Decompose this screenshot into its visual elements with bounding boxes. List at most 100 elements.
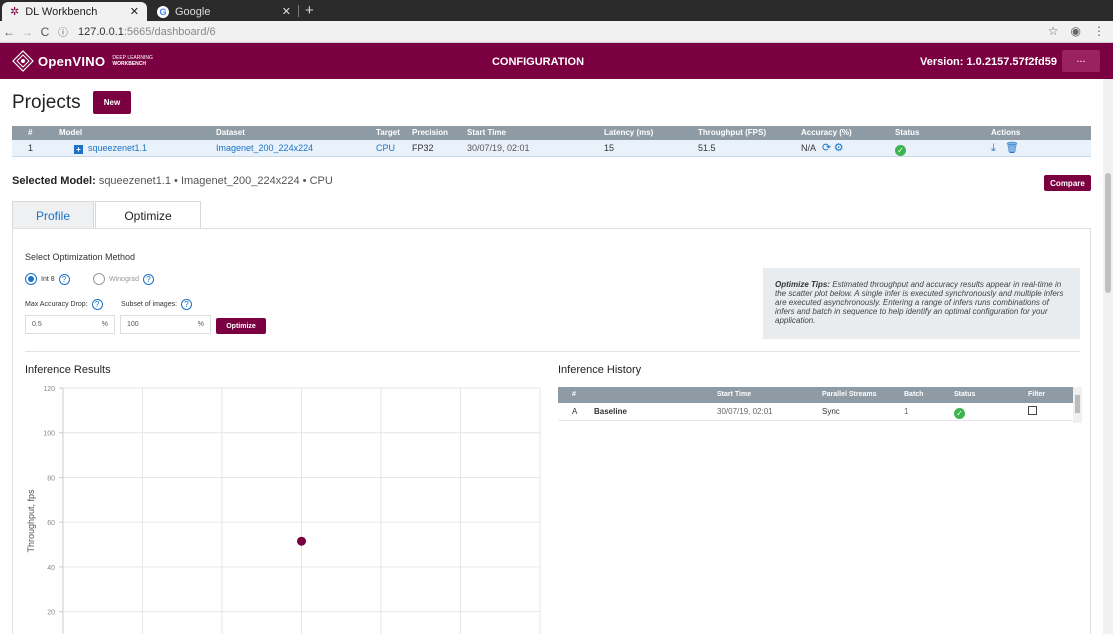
- refresh-icon[interactable]: ⟳: [822, 142, 831, 154]
- google-favicon-icon: G: [157, 5, 169, 18]
- col-start-time: Start Time: [467, 128, 506, 137]
- target-link[interactable]: CPU: [376, 140, 395, 157]
- col-target: Target: [376, 128, 400, 137]
- status-cell: ✓: [895, 140, 906, 157]
- tips-title: Optimize Tips:: [775, 280, 830, 289]
- download-icon[interactable]: ⤓: [991, 142, 996, 154]
- subset-images-input[interactable]: 100 %: [120, 315, 211, 334]
- winograd-radio[interactable]: [93, 273, 105, 285]
- trash-icon[interactable]: 🗑: [1005, 142, 1019, 154]
- subset-images-value: 100: [127, 321, 139, 328]
- int8-radio[interactable]: [25, 273, 37, 285]
- table-row[interactable]: A Baseline 30/07/19, 02:01 Sync 1 ✓: [558, 403, 1080, 421]
- reload-icon[interactable]: C: [36, 25, 54, 39]
- forward-icon[interactable]: →: [18, 25, 36, 39]
- history-start-time: 30/07/19, 02:01: [717, 407, 773, 416]
- gear-icon[interactable]: ⚙: [834, 142, 844, 154]
- y-tick-label: 100: [43, 431, 55, 438]
- max-accuracy-drop-label-row: Max Accuracy Drop: ?: [25, 299, 103, 310]
- scatter-point: [297, 536, 306, 546]
- col-precision: Precision: [412, 128, 449, 137]
- subset-images-label: Subset of images:: [121, 301, 178, 308]
- selected-model-value: squeezenet1.1 • Imagenet_200_224x224 • C…: [98, 175, 333, 187]
- y-axis-label: Throughput, fps: [26, 489, 36, 553]
- actions-cell: ⤓ 🗑: [991, 140, 1019, 157]
- optimize-button[interactable]: Optimize: [216, 318, 266, 334]
- close-icon[interactable]: ✕: [130, 5, 139, 18]
- precision-value: FP32: [412, 143, 434, 153]
- close-icon[interactable]: ✕: [282, 5, 291, 18]
- compare-button[interactable]: Compare: [1044, 175, 1091, 191]
- method-winograd-option[interactable]: Winograd ?: [93, 273, 154, 285]
- model-link[interactable]: + squeezenet1.1: [74, 140, 147, 157]
- tab-optimize[interactable]: Optimize: [95, 201, 201, 229]
- tab-profile[interactable]: Profile: [12, 201, 94, 229]
- history-streams: Sync: [822, 407, 840, 416]
- menu-dots-icon[interactable]: ⋮: [1093, 24, 1105, 38]
- status-ok-icon: ✓: [954, 408, 965, 419]
- more-button[interactable]: ...: [1062, 50, 1100, 72]
- back-icon[interactable]: ←: [0, 25, 18, 39]
- subset-images-label-row: Subset of images: ?: [121, 299, 193, 310]
- filter-cell: [1028, 403, 1037, 421]
- address-bar: ← → C ⓘ 127.0.0.1:5665/dashboard/6 ☆ ◉ ⋮: [0, 21, 1113, 43]
- new-project-button[interactable]: New: [93, 91, 131, 114]
- latency-value: 15: [604, 143, 615, 153]
- history-table-header: # Start Time Parallel Streams Batch Stat…: [558, 387, 1080, 403]
- y-tick-label: 120: [43, 386, 55, 393]
- inference-history-table: # Start Time Parallel Streams Batch Stat…: [558, 387, 1082, 423]
- help-icon[interactable]: ?: [142, 273, 154, 285]
- inference-history-title: Inference History: [558, 364, 642, 376]
- col-batch: Batch: [904, 391, 924, 398]
- browser-tab-strip: ✲ DL Workbench ✕ G Google ✕ +: [0, 0, 1113, 21]
- url-host: 127.0.0.1: [78, 25, 124, 38]
- url-field[interactable]: 127.0.0.1:5665/dashboard/6: [78, 26, 216, 38]
- percent-unit: %: [101, 321, 108, 328]
- table-row[interactable]: 1 + squeezenet1.1 Imagenet_200_224x224 CP…: [12, 140, 1091, 157]
- projects-title: Projects: [12, 92, 81, 113]
- filter-checkbox[interactable]: [1028, 406, 1037, 415]
- help-icon[interactable]: ?: [58, 273, 70, 285]
- browser-tab-dl-workbench[interactable]: ✲ DL Workbench ✕: [2, 2, 147, 21]
- profile-icon[interactable]: ◉: [1071, 24, 1081, 38]
- method-int8-option[interactable]: Int 8 ?: [25, 273, 70, 285]
- col-id: #: [572, 391, 576, 398]
- app-header: OpenVINO DEEP LEARNING WORKBENCH CONFIGUR…: [0, 43, 1113, 79]
- col-model: Model: [59, 128, 83, 137]
- help-icon[interactable]: ?: [181, 299, 193, 310]
- help-icon[interactable]: ?: [91, 299, 103, 310]
- expand-plus-icon[interactable]: +: [74, 145, 83, 154]
- inference-results-chart: 20 40 60 80 100 120 Throughput, fps: [26, 386, 541, 634]
- throughput-value: 51.5: [698, 143, 716, 153]
- projects-table-header: # Model Dataset Target Precision Start T…: [12, 126, 1091, 140]
- percent-unit: %: [197, 321, 204, 328]
- max-accuracy-drop-value: 0.5: [32, 321, 42, 328]
- selected-model-label: Selected Model:: [12, 175, 96, 187]
- scrollbar-thumb[interactable]: [1105, 173, 1111, 293]
- info-icon: ⓘ: [58, 28, 68, 39]
- page-scrollbar[interactable]: [1103, 79, 1113, 634]
- history-scrollbar[interactable]: [1073, 387, 1082, 423]
- selected-model: Selected Model: squeezenet1.1 • Imagenet…: [12, 175, 333, 187]
- y-tick-label: 60: [47, 520, 55, 527]
- projects-table: # Model Dataset Target Precision Start T…: [12, 126, 1091, 157]
- page-title: CONFIGURATION: [491, 56, 585, 68]
- max-accuracy-drop-input[interactable]: 0.5 %: [25, 315, 115, 334]
- workbench-favicon-icon: ✲: [10, 6, 20, 18]
- history-status: ✓: [954, 403, 965, 421]
- dataset-link[interactable]: Imagenet_200_224x224: [216, 140, 313, 157]
- new-tab-icon[interactable]: +: [305, 2, 314, 19]
- accuracy-value: N/A: [801, 143, 816, 153]
- max-accuracy-drop-label: Max Accuracy Drop:: [25, 301, 88, 308]
- winograd-label: Winograd: [109, 275, 139, 283]
- start-time-value: 30/07/19, 02:01: [467, 143, 530, 153]
- tab-title: Google: [175, 5, 211, 18]
- history-id: A: [572, 407, 578, 416]
- col-latency: Latency (ms): [604, 128, 654, 137]
- bookmark-star-icon[interactable]: ☆: [1048, 24, 1059, 38]
- history-name: Baseline: [594, 407, 627, 416]
- col-status: Status: [895, 128, 920, 137]
- browser-tab-google[interactable]: G Google ✕: [149, 2, 299, 21]
- col-accuracy: Accuracy (%): [801, 128, 852, 137]
- optimization-method-title: Select Optimization Method: [25, 252, 136, 262]
